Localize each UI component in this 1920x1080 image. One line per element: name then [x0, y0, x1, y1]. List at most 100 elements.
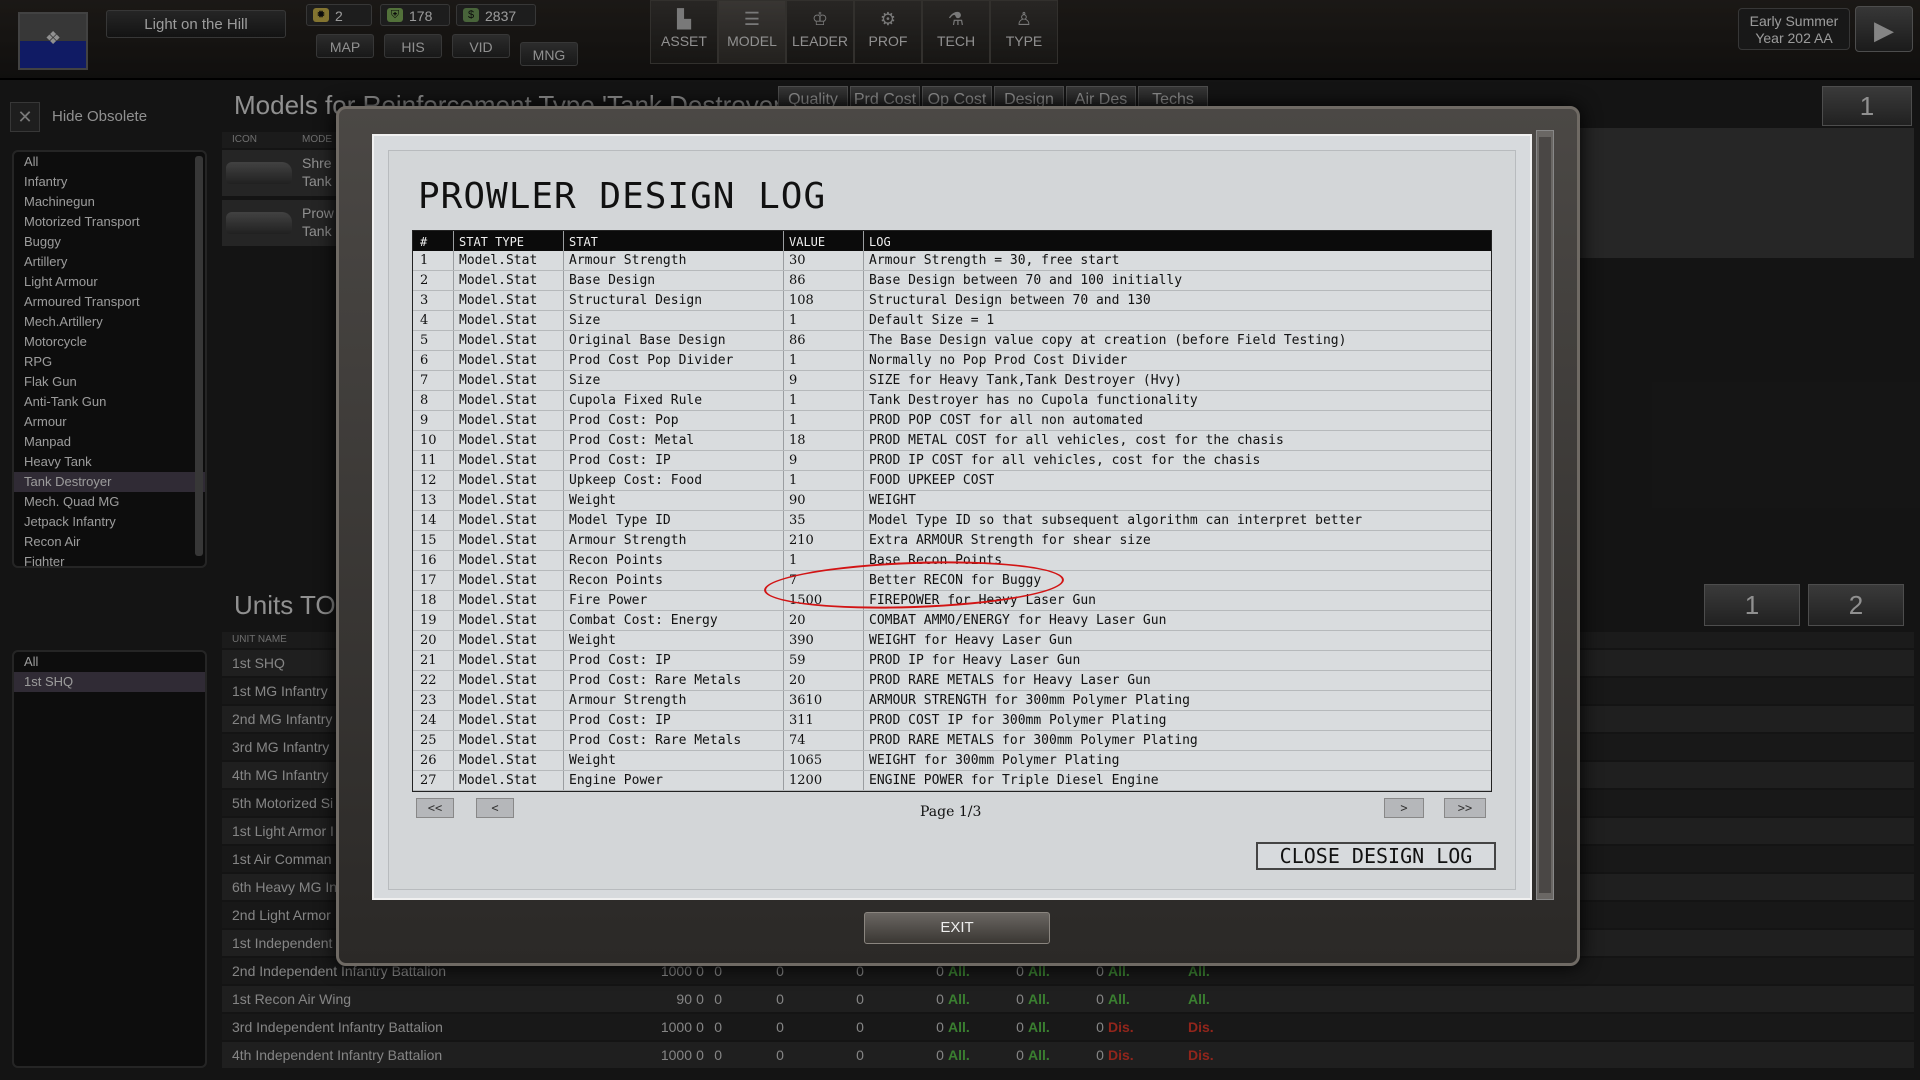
stat-type: Model.Stat	[459, 753, 538, 768]
stat-name: Prod Cost Pop Divider	[569, 353, 734, 368]
stat-type: Model.Stat	[459, 413, 538, 428]
design-log-header: # STAT TYPE STAT VALUE LOG	[413, 231, 1491, 251]
log-text: Base Design between 70 and 100 initially	[869, 273, 1183, 288]
stat-value: 1	[789, 413, 798, 428]
row-number: 15	[420, 533, 437, 548]
row-number: 5	[420, 333, 429, 348]
stat-value: 74	[789, 733, 806, 748]
stat-type: Model.Stat	[459, 293, 538, 308]
row-number: 19	[420, 613, 437, 628]
row-number: 21	[420, 653, 437, 668]
stat-type: Model.Stat	[459, 693, 538, 708]
stat-value: 1	[789, 393, 798, 408]
stat-value: 30	[789, 253, 806, 268]
stat-value: 90	[789, 493, 806, 508]
stat-type: Model.Stat	[459, 733, 538, 748]
log-text: PROD POP COST for all non automated	[869, 413, 1143, 428]
stat-type: Model.Stat	[459, 313, 538, 328]
design-log-row: 9 Model.Stat Prod Cost: Pop 1 PROD POP COST …	[413, 411, 1491, 431]
stat-value: 18	[789, 433, 806, 448]
stat-value: 210	[789, 533, 814, 548]
design-log-row: 8 Model.Stat Cupola Fixed Rule 1 Tank Destro…	[413, 391, 1491, 411]
stat-value: 311	[789, 713, 814, 728]
design-log-row: 12 Model.Stat Upkeep Cost: Food 1 FOOD UPKEE…	[413, 471, 1491, 491]
next-page-button[interactable]: >	[1384, 798, 1424, 818]
design-log-row: 7 Model.Stat Size 9 SIZE for Heavy Tank,Tank…	[413, 371, 1491, 391]
design-log-row: 25 Model.Stat Prod Cost: Rare Metals 74 PROD…	[413, 731, 1491, 751]
row-number: 16	[420, 553, 437, 568]
log-text: COMBAT AMMO/ENERGY for Heavy Laser Gun	[869, 613, 1167, 628]
row-number: 27	[420, 773, 437, 788]
stat-value: 1200	[789, 773, 823, 788]
stat-name: Prod Cost: Rare Metals	[569, 733, 742, 748]
stat-name: Prod Cost: Metal	[569, 433, 695, 448]
stat-type: Model.Stat	[459, 613, 538, 628]
log-text: Default Size = 1	[869, 313, 995, 328]
prev-page-button[interactable]: <	[476, 798, 514, 818]
stat-name: Original Base Design	[569, 333, 726, 348]
design-log-row: 20 Model.Stat Weight 390 WEIGHT for Heavy La…	[413, 631, 1491, 651]
row-number: 1	[420, 253, 429, 268]
close-design-log-button[interactable]: CLOSE DESIGN LOG	[1256, 842, 1496, 870]
stat-value: 1	[789, 353, 798, 368]
scrollbar-thumb[interactable]	[1539, 137, 1551, 893]
log-text: PROD RARE METALS for 300mm Polymer Plati…	[869, 733, 1198, 748]
design-log-row: 13 Model.Stat Weight 90 WEIGHT	[413, 491, 1491, 511]
stat-type: Model.Stat	[459, 493, 538, 508]
stat-value: 35	[789, 513, 806, 528]
stat-type: Model.Stat	[459, 553, 538, 568]
design-log-row: 19 Model.Stat Combat Cost: Energy 20 COMBAT …	[413, 611, 1491, 631]
log-text: SIZE for Heavy Tank,Tank Destroyer (Hvy)	[869, 373, 1183, 388]
stat-value: 1	[789, 553, 798, 568]
log-text: Tank Destroyer has no Cupola functionali…	[869, 393, 1198, 408]
design-log-scrollbar[interactable]	[1536, 130, 1554, 900]
stat-value: 20	[789, 673, 806, 688]
stat-name: Weight	[569, 633, 616, 648]
log-text: WEIGHT for Heavy Laser Gun	[869, 633, 1073, 648]
design-log-row: 22 Model.Stat Prod Cost: Rare Metals 20 PROD…	[413, 671, 1491, 691]
log-text: Extra ARMOUR Strength for shear size	[869, 533, 1151, 548]
design-log-row: 23 Model.Stat Armour Strength 3610 ARMOUR ST…	[413, 691, 1491, 711]
stat-name: Weight	[569, 493, 616, 508]
stat-name: Armour Strength	[569, 533, 687, 548]
log-text: ARMOUR STRENGTH for 300mm Polymer Platin…	[869, 693, 1190, 708]
row-number: 23	[420, 693, 437, 708]
last-page-button[interactable]: >>	[1444, 798, 1486, 818]
row-number: 8	[420, 393, 429, 408]
log-text: Structural Design between 70 and 130	[869, 293, 1151, 308]
stat-type: Model.Stat	[459, 533, 538, 548]
stat-type: Model.Stat	[459, 433, 538, 448]
stat-type: Model.Stat	[459, 573, 538, 588]
design-log-row: 24 Model.Stat Prod Cost: IP 311 PROD COST IP…	[413, 711, 1491, 731]
stat-name: Recon Points	[569, 573, 663, 588]
stat-type: Model.Stat	[459, 393, 538, 408]
stat-type: Model.Stat	[459, 673, 538, 688]
stat-name: Armour Strength	[569, 693, 687, 708]
stat-type: Model.Stat	[459, 333, 538, 348]
first-page-button[interactable]: <<	[416, 798, 454, 818]
design-log-table: # STAT TYPE STAT VALUE LOG 1 Model.Stat Ar…	[412, 230, 1492, 792]
design-log-row: 10 Model.Stat Prod Cost: Metal 18 PROD METAL…	[413, 431, 1491, 451]
row-number: 7	[420, 373, 429, 388]
design-log-row: 27 Model.Stat Engine Power 1200 ENGINE POWER…	[413, 771, 1491, 791]
stat-type: Model.Stat	[459, 273, 538, 288]
stat-name: Prod Cost: IP	[569, 453, 671, 468]
stat-value: 86	[789, 273, 806, 288]
stat-name: Fire Power	[569, 593, 648, 608]
row-number: 24	[420, 713, 437, 728]
stat-name: Model Type ID	[569, 513, 671, 528]
log-text: WEIGHT	[869, 493, 916, 508]
stat-type: Model.Stat	[459, 353, 538, 368]
exit-button[interactable]: EXIT	[864, 912, 1050, 944]
stat-name: Structural Design	[569, 293, 703, 308]
log-text: Normally no Pop Prod Cost Divider	[869, 353, 1128, 368]
page-indicator: Page 1/3	[920, 804, 982, 820]
design-log-row: 21 Model.Stat Prod Cost: IP 59 PROD IP for H…	[413, 651, 1491, 671]
stat-value: 1065	[789, 753, 823, 768]
row-number: 18	[420, 593, 437, 608]
row-number: 2	[420, 273, 429, 288]
row-number: 9	[420, 413, 429, 428]
stat-value: 20	[789, 613, 806, 628]
log-text: The Base Design value copy at creation (…	[869, 333, 1347, 348]
row-number: 10	[420, 433, 437, 448]
